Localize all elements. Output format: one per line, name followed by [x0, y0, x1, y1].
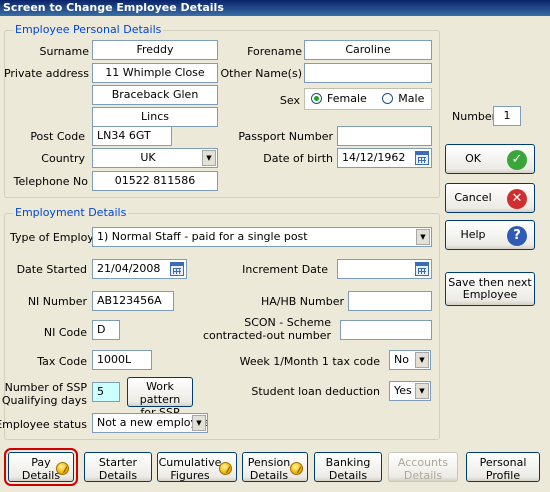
- address-line2-field[interactable]: Braceback Glen: [92, 85, 218, 105]
- scon-label-line2: contracted-out number: [202, 329, 331, 342]
- increment-date-label: Increment Date: [242, 263, 328, 276]
- chevron-down-icon[interactable]: ▼: [202, 150, 216, 166]
- number-label: Number: [452, 110, 497, 123]
- passport-label: Passport Number: [238, 130, 333, 143]
- ni-number-label: NI Number: [27, 295, 87, 308]
- other-names-label: Other Name(s): [220, 67, 303, 80]
- scon-field[interactable]: [340, 320, 432, 340]
- employee-status-label: Employee status: [0, 418, 87, 431]
- ni-number-field[interactable]: AB123456A: [92, 291, 174, 311]
- hahb-number-field[interactable]: [348, 291, 432, 311]
- male-radio-icon: [382, 93, 394, 104]
- postcode-label: Post Code: [30, 130, 85, 143]
- calendar-icon[interactable]: [415, 262, 429, 276]
- chevron-down-icon[interactable]: ▼: [416, 229, 430, 245]
- chevron-down-icon[interactable]: ▼: [415, 352, 429, 368]
- tab-pension-details[interactable]: Pension Details: [242, 452, 308, 482]
- telephone-label: Telephone No: [13, 175, 88, 188]
- chevron-down-icon[interactable]: ▼: [192, 415, 206, 431]
- calendar-icon[interactable]: [170, 262, 184, 276]
- telephone-field[interactable]: 01522 811586: [92, 171, 218, 191]
- increment-date-field[interactable]: [337, 259, 432, 279]
- help-button[interactable]: Help ?: [445, 220, 535, 250]
- personal-details-label: Employee Personal Details: [13, 23, 164, 36]
- work-pattern-button[interactable]: Work pattern for SSP: [127, 377, 193, 419]
- sex-radio-group: Female Male: [304, 88, 432, 110]
- hahb-number-label: HA/HB Number: [260, 295, 344, 308]
- tab-pay-details[interactable]: Pay Details: [4, 448, 78, 486]
- dob-label: Date of birth: [263, 152, 333, 165]
- ni-code-label: NI Code: [43, 326, 87, 339]
- surname-label: Surname: [39, 45, 89, 58]
- date-started-label: Date Started: [16, 263, 87, 276]
- passport-field[interactable]: [337, 126, 432, 146]
- ni-code-field[interactable]: D: [92, 320, 120, 340]
- tab-banking-details[interactable]: Banking Details: [314, 452, 382, 482]
- number-field[interactable]: 1: [493, 106, 521, 126]
- country-select[interactable]: UK ▼: [92, 148, 218, 168]
- employment-details-label: Employment Details: [13, 206, 129, 219]
- address-line1-field[interactable]: 11 Whimple Close: [92, 63, 218, 83]
- week1-month1-select[interactable]: No ▼: [389, 350, 431, 370]
- tax-code-label: Tax Code: [37, 355, 87, 368]
- calendar-icon[interactable]: [415, 151, 429, 165]
- save-next-button[interactable]: Save then next Employee: [445, 272, 535, 306]
- ssp-days-field[interactable]: 5: [92, 382, 120, 402]
- cancel-button[interactable]: Cancel ✕: [445, 183, 535, 213]
- type-of-employee-select[interactable]: 1) Normal Staff - paid for a single post…: [92, 227, 432, 247]
- private-address-label: Private address: [3, 67, 89, 80]
- close-icon: ✕: [507, 189, 527, 209]
- chevron-down-icon[interactable]: ▼: [415, 383, 429, 399]
- tab-accounts-details[interactable]: Accounts Details: [388, 452, 458, 482]
- other-names-field[interactable]: [304, 63, 432, 83]
- dob-field[interactable]: 14/12/1962: [337, 148, 432, 168]
- address-line3-field[interactable]: Lincs: [92, 107, 218, 127]
- tab-personal-profile[interactable]: Personal Profile: [466, 452, 540, 482]
- date-started-field[interactable]: 21/04/2008: [92, 259, 187, 279]
- employee-status-select[interactable]: Not a new employee ▼: [92, 413, 208, 433]
- sex-male-option[interactable]: Male: [382, 92, 424, 105]
- coin-icon: [290, 462, 303, 475]
- student-loan-label: Student loan deduction: [251, 385, 380, 398]
- sex-female-option[interactable]: Female: [311, 92, 367, 105]
- check-icon: ✓: [507, 150, 527, 170]
- forename-label: Forename: [247, 45, 302, 58]
- tab-cumulative-figures[interactable]: Cumulative Figures: [157, 452, 237, 482]
- student-loan-select[interactable]: Yes ▼: [389, 381, 431, 401]
- female-radio-icon: [311, 93, 322, 104]
- tax-code-field[interactable]: 1000L: [92, 350, 152, 370]
- postcode-field[interactable]: LN34 6GT: [92, 126, 172, 146]
- window-title: Screen to Change Employee Details: [0, 0, 550, 16]
- sex-label: Sex: [279, 94, 300, 107]
- ssp-days-label-line2: Qualifying days: [1, 394, 87, 407]
- dob-value: 14/12/1962: [342, 151, 406, 164]
- help-icon: ?: [507, 226, 527, 246]
- scon-label-line1: SCON - Scheme: [244, 316, 331, 329]
- week1-month1-label: Week 1/Month 1 tax code: [239, 355, 380, 368]
- date-started-value: 21/04/2008: [97, 262, 161, 275]
- student-loan-value: Yes: [394, 384, 412, 397]
- coin-icon: [219, 462, 232, 475]
- coin-icon: [56, 462, 69, 475]
- ssp-days-label-line1: Number of SSP: [4, 381, 87, 394]
- week1-month1-value: No: [394, 353, 409, 366]
- tab-starter-details[interactable]: Starter Details: [84, 452, 152, 482]
- country-label: Country: [41, 152, 85, 165]
- ok-button[interactable]: OK ✓: [445, 144, 535, 174]
- forename-field[interactable]: Caroline: [304, 40, 432, 60]
- surname-field[interactable]: Freddy: [92, 40, 218, 60]
- type-of-employee-value: 1) Normal Staff - paid for a single post: [97, 230, 308, 243]
- country-value: UK: [140, 151, 156, 164]
